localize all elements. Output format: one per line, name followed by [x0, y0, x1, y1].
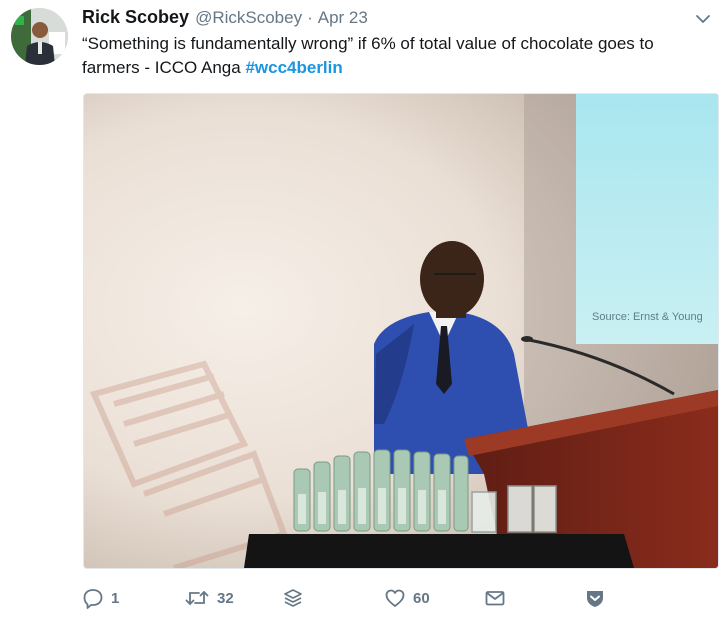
photo-speaker-at-podium: Source: Ernst & Young — [84, 94, 718, 568]
direct-message-button[interactable] — [484, 584, 506, 612]
shield-check-icon — [584, 587, 606, 609]
stack-button[interactable] — [282, 584, 304, 612]
reply-button[interactable]: 1 — [82, 584, 119, 612]
author-name[interactable]: Rick Scobey — [82, 7, 189, 28]
analytics-badge-button[interactable] — [584, 584, 606, 612]
retweet-icon — [184, 587, 210, 609]
chevron-down-icon[interactable] — [694, 10, 712, 28]
like-count: 60 — [413, 589, 430, 607]
retweet-button[interactable]: 32 — [184, 584, 234, 612]
reply-count: 1 — [111, 589, 120, 607]
envelope-icon — [484, 587, 506, 609]
tweet-actions: 1 32 60 — [82, 584, 622, 612]
tweet-card: Rick Scobey @RickScobey · Apr 23 “Someth… — [0, 0, 724, 618]
separator-dot: · — [307, 8, 313, 27]
hashtag-link[interactable]: #wcc4berlin — [245, 58, 342, 77]
retweet-count: 32 — [217, 589, 234, 607]
like-button[interactable]: 60 — [384, 584, 430, 612]
slide-source-text: Source: Ernst & Young — [592, 311, 703, 323]
heart-icon — [384, 587, 406, 609]
tweet-text-line2: farmers - ICCO Anga — [82, 58, 246, 77]
tweet-photo[interactable]: Source: Ernst & Young — [83, 93, 719, 569]
avatar[interactable] — [11, 8, 68, 65]
tweet-text: “Something is fundamentally wrong” if 6%… — [82, 32, 702, 80]
tweet-text-line1: “Something is fundamentally wrong” if 6%… — [82, 34, 654, 53]
stack-icon — [282, 587, 304, 609]
tweet-header: Rick Scobey @RickScobey · Apr 23 — [82, 7, 368, 31]
tweet-date[interactable]: Apr 23 — [318, 8, 368, 28]
reply-icon — [82, 587, 104, 609]
author-handle[interactable]: @RickScobey — [195, 8, 302, 28]
